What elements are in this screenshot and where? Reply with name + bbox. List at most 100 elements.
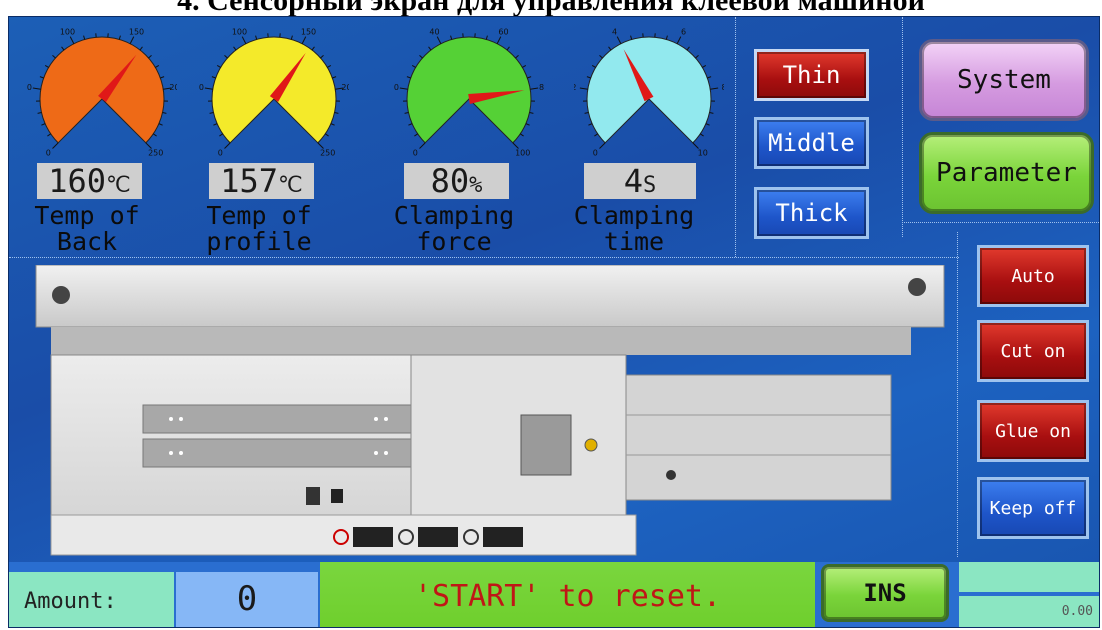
gauge-tick (616, 36, 622, 44)
gauge-tick (599, 54, 603, 59)
middle-label: Middle (768, 129, 855, 157)
divider-top (9, 257, 959, 258)
gauge-tick (406, 76, 411, 79)
clamping-force-readout: 80% (404, 163, 509, 199)
ins-button[interactable]: INS (821, 564, 949, 622)
gauge-tick (579, 87, 588, 90)
gauge-tick (44, 64, 49, 68)
label-line-1: Temp of (206, 201, 312, 230)
gauge-tick (710, 87, 719, 90)
status-message: 'START' to reset. (320, 562, 815, 627)
gauge-tick (419, 54, 423, 59)
thick-button[interactable]: Thick (754, 187, 869, 239)
gauge-tick-label: 4 (612, 27, 617, 36)
gauge-tick (584, 112, 589, 114)
gauge-tick (530, 87, 539, 90)
gauge-dial (406, 36, 532, 144)
keep-off-label: Keep off (989, 497, 1077, 519)
page-heading: 4. Сенсорный экран для управления клеево… (177, 0, 925, 17)
readout-unit: ℃ (278, 173, 303, 198)
label-line-2: force (416, 227, 492, 256)
readout-value: 157 (220, 162, 279, 200)
auto-button[interactable]: Auto (977, 245, 1089, 307)
gauge-tick (686, 46, 690, 51)
gauge-tick (129, 36, 135, 44)
gauge-tick-label: 200 (341, 83, 349, 92)
gauge-tick (290, 35, 293, 40)
gauge-tick (139, 46, 143, 51)
gauge-tick (162, 112, 167, 114)
cut-on-button[interactable]: Cut on (977, 320, 1089, 382)
clamping-time-label: Clamping time (554, 203, 714, 255)
gauge-tick (301, 36, 307, 44)
touch-screen: 050100150200250160℃Temp ofBack0501001502… (8, 16, 1100, 628)
gauge-tick (676, 36, 682, 44)
gauge-tick (450, 35, 453, 40)
gauge-tick (224, 142, 231, 149)
label-line-1: Clamping (393, 201, 515, 230)
gauge-tick (83, 35, 86, 40)
gauge-tick (408, 123, 413, 126)
gauge-tick-label: 0 (46, 149, 51, 157)
gauge-tick-label: 0 (593, 149, 598, 157)
gauge-dial (211, 36, 337, 144)
gauge-tick (52, 54, 56, 59)
gauge-tick-label: 40 (429, 27, 439, 36)
back-temp-label: Temp of Back (9, 201, 167, 255)
gauge-tick (591, 64, 596, 68)
system-button[interactable]: System (919, 39, 1089, 121)
gauge-tick-label: 60 (498, 27, 508, 36)
gauge-tick (148, 54, 152, 59)
gauge-tick (515, 54, 519, 59)
readout-unit: ℃ (106, 173, 131, 198)
gauge-tick (327, 64, 332, 68)
gauge-tick (411, 64, 416, 68)
parameter-label: Parameter (936, 158, 1077, 188)
gauge-tick (320, 54, 324, 59)
gauge-tick (594, 133, 599, 137)
gauge-tick-label: 250 (148, 149, 163, 157)
gauge-tick (61, 46, 65, 51)
thin-button[interactable]: Thin (754, 49, 869, 101)
label-line-2: profile (206, 227, 312, 256)
gauge-tick (118, 35, 121, 40)
middle-button[interactable]: Middle (754, 117, 869, 169)
gauge-tick-label: 150 (301, 27, 316, 36)
gauge-tick (608, 46, 612, 51)
gauge-tick (707, 76, 712, 79)
gauge-tick (330, 123, 335, 126)
gauge-tick (709, 112, 714, 114)
readout-value: 4 (623, 162, 643, 200)
cut-on-label: Cut on (1000, 340, 1066, 362)
gauge-tick (436, 36, 442, 44)
gauge-tick (496, 36, 502, 44)
gauge-tick (219, 133, 224, 137)
gauge-tick (485, 35, 488, 40)
gauge-tick (334, 112, 339, 114)
clamping-force-label: Clamping force (374, 203, 534, 255)
clamping-time-readout: 4S (584, 163, 696, 199)
parameter-button[interactable]: Parameter (919, 132, 1094, 214)
gauge-tick-label: 20 (394, 83, 399, 92)
gauge-tick (317, 142, 324, 149)
gauge-tick (39, 76, 44, 79)
gauge-tick (216, 64, 221, 68)
gauge-tick (255, 35, 258, 40)
gauge-tick (311, 46, 315, 51)
gauge-tick-label: 100 (515, 149, 530, 157)
thin-label: Thin (782, 61, 841, 89)
label-line-2: time (603, 227, 665, 256)
glue-on-button[interactable]: Glue on (977, 400, 1089, 462)
keep-off-button[interactable]: Keep off (977, 477, 1089, 539)
gauge-tick (665, 35, 668, 40)
label-line-1: Temp of (34, 201, 140, 230)
gauge-tick (158, 123, 163, 126)
gauge-tick (213, 123, 218, 126)
status-box-top (959, 562, 1099, 592)
gauge-tick-label: 100 (60, 27, 75, 36)
status-bar: Amount: 0 'START' to reset. INS 0.00 (9, 562, 1099, 627)
gauge-tick-label: 200 (169, 83, 177, 92)
gauge-tick (52, 142, 59, 149)
gauge-tick-label: 250 (320, 149, 335, 157)
gauge-tick-label: 8 (722, 83, 724, 92)
